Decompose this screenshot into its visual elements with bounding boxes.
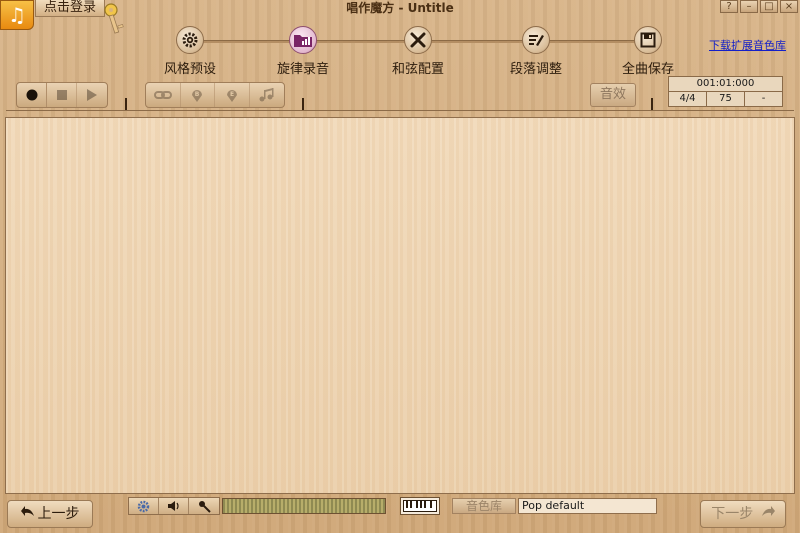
save-icon [634,26,662,54]
step-label: 旋律录音 [276,62,329,77]
svg-text:E: E [230,91,234,98]
window-controls: ? – □ × [720,0,798,13]
stop-icon[interactable] [47,83,77,107]
mic-icon[interactable] [189,498,219,514]
melody-canvas[interactable] [5,117,795,494]
input-level-meter [222,498,386,514]
app-logo: ♫ [0,0,34,30]
tempo-readout[interactable]: 75 [707,92,745,106]
separator [651,98,653,110]
step-label: 段落调整 [509,62,562,77]
notes-icon[interactable] [250,83,284,107]
transport-controls [16,82,108,108]
step-save-song[interactable]: 全曲保存 [598,26,698,77]
step-label: 和弦配置 [391,62,444,77]
help-button[interactable]: ? [720,0,738,13]
effects-button[interactable]: 音效 [590,83,636,107]
record-icon[interactable] [17,83,47,107]
next-step-button[interactable]: 下一步 [700,500,786,528]
close-button[interactable]: × [780,0,798,13]
position-fields: 4/4 75 - [669,92,782,106]
arrow-forward-icon [761,501,775,527]
step-chord-config[interactable]: 和弦配置 [368,26,468,77]
marker-e-icon[interactable]: E [215,83,250,107]
volume-icon[interactable] [159,498,189,514]
step-label: 全曲保存 [621,62,674,77]
step-section-adjust[interactable]: 段落调整 [486,26,586,77]
maximize-button[interactable]: □ [760,0,778,13]
tone-library-button[interactable]: 音色库 [452,498,516,514]
minimize-button[interactable]: – [740,0,758,13]
separator [302,98,304,110]
meter-readout[interactable]: 4/4 [669,92,707,106]
svg-text:B: B [195,91,200,98]
login-button[interactable]: 点击登录 [35,0,105,17]
play-icon[interactable] [77,83,107,107]
time-readout: 001:01:000 [669,77,782,92]
next-step-label: 下一步 [711,506,754,522]
step-label: 风格预设 [163,62,216,77]
link-icon[interactable] [146,83,181,107]
key-icon [104,3,124,34]
edit-tools: B E [145,82,285,108]
folder-chart-icon [289,26,317,54]
step-melody-record[interactable]: 旋律录音 [253,26,353,77]
marker-b-icon[interactable]: B [181,83,215,107]
divider [6,110,794,111]
edit-icon [522,26,550,54]
separator [125,98,127,110]
position-display: 001:01:000 4/4 75 - [668,76,783,107]
download-sound-library-link[interactable]: 下载扩展音色库 [709,37,786,53]
gear-icon [176,26,204,54]
prev-step-button[interactable]: 上一步 [7,500,93,528]
arrow-back-icon [20,501,35,527]
tools-icon [404,26,432,54]
settings-icon[interactable] [129,498,159,514]
app-window: 唱作魔方 - Untitle ? – □ × ♫ 点击登录 风格预设 旋律录音 … [0,0,800,533]
prev-step-label: 上一步 [37,506,80,522]
audio-tools [128,497,220,515]
key-readout[interactable]: - [745,92,782,106]
keyboard-icon[interactable] [400,497,440,515]
tone-select[interactable]: Pop default [518,498,657,514]
step-style-preset[interactable]: 风格预设 [140,26,240,77]
